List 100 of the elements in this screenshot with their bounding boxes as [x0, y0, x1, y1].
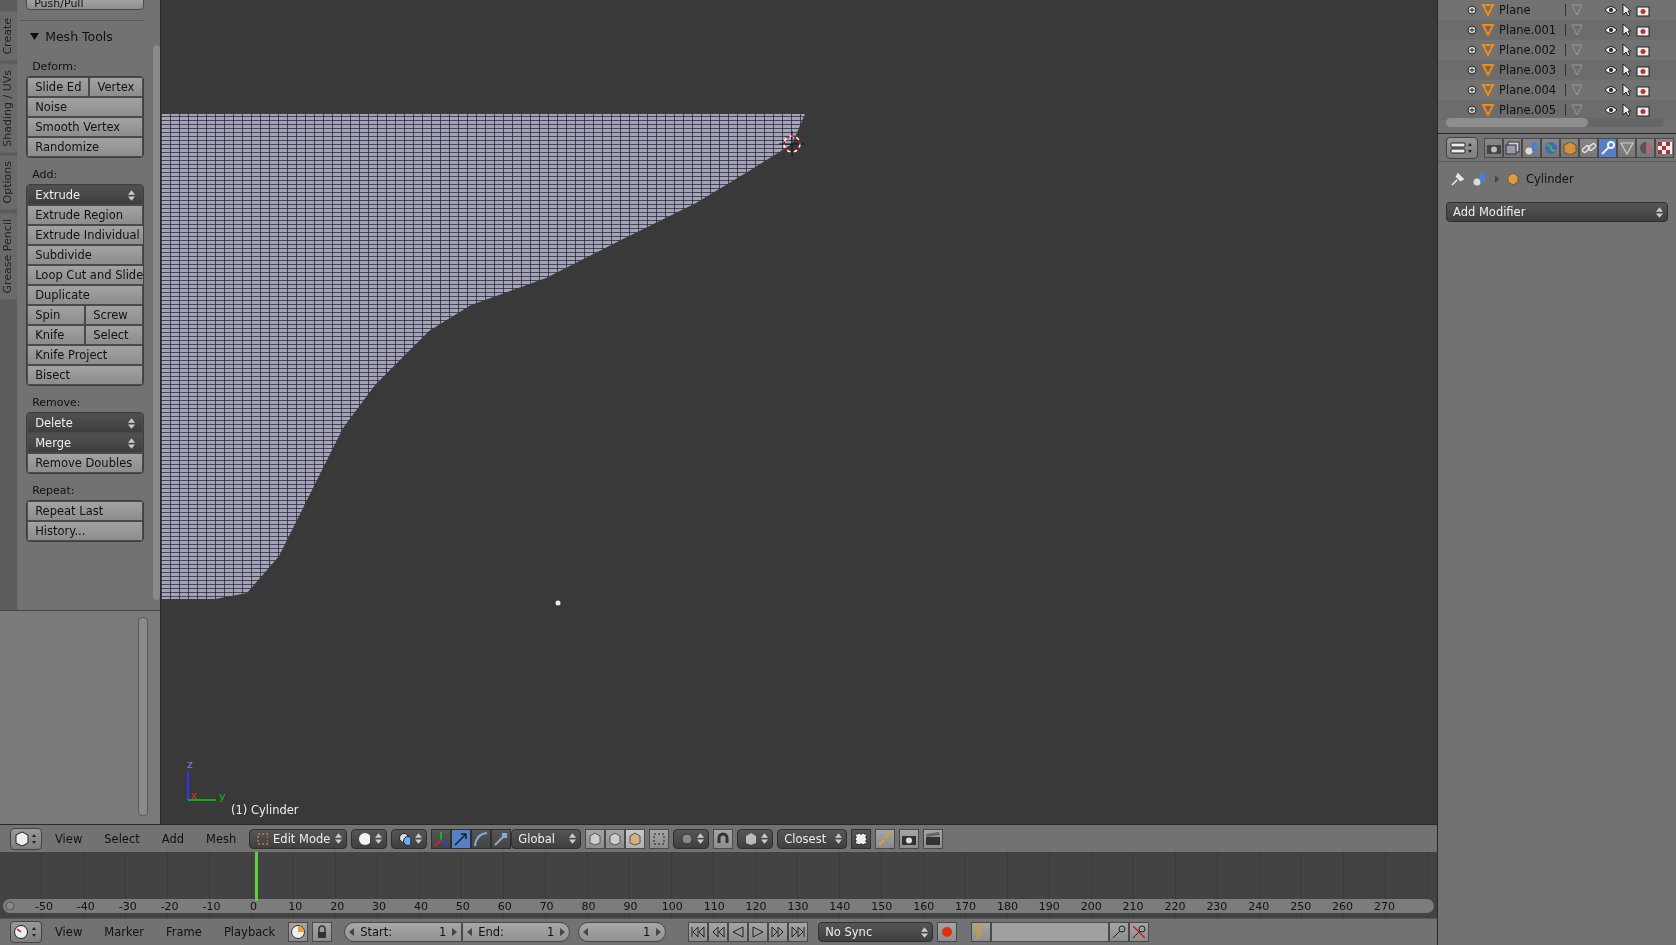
tool-button[interactable]: Randomize: [27, 137, 144, 157]
camera-icon[interactable]: [1636, 23, 1650, 37]
scene-tab-icon[interactable]: [1522, 137, 1541, 158]
tool-button[interactable]: History...: [27, 521, 144, 541]
eye-icon[interactable]: [1604, 105, 1618, 115]
editor-type-button[interactable]: [10, 827, 42, 850]
eye-icon[interactable]: [1604, 65, 1618, 75]
expand-plus-icon[interactable]: [1467, 5, 1477, 15]
keying-set-icon[interactable]: [971, 922, 992, 942]
expand-plus-icon[interactable]: [1467, 85, 1477, 95]
render-layers-tab-icon[interactable]: [1503, 137, 1522, 158]
tool-button[interactable]: Knife Project: [27, 345, 144, 365]
vertex-select-icon[interactable]: [585, 828, 606, 849]
tool-dropdown[interactable]: Merge: [27, 433, 144, 453]
tool-button[interactable]: Remove Doubles: [27, 453, 144, 473]
tool-button[interactable]: Screw: [85, 305, 144, 325]
tool-button[interactable]: Repeat Last: [27, 501, 144, 521]
clapperboard-icon[interactable]: [923, 828, 944, 849]
end-frame-field[interactable]: End: 1: [462, 922, 571, 942]
scrollbar-thumb[interactable]: [138, 617, 148, 817]
decrement-arrow-icon[interactable]: [583, 928, 589, 936]
snap-rotation-icon[interactable]: [851, 828, 872, 849]
eye-icon[interactable]: [1604, 25, 1618, 35]
play-reverse-icon[interactable]: [728, 922, 749, 942]
editor-type-button[interactable]: [10, 921, 42, 943]
cursor-arrow-icon[interactable]: [1622, 63, 1632, 77]
cursor-arrow-icon[interactable]: [1622, 3, 1632, 17]
outliner-item[interactable]: Plane.005: [1499, 103, 1561, 117]
outliner-item[interactable]: Plane.001: [1499, 23, 1561, 37]
header-menu[interactable]: View: [46, 831, 92, 846]
header-menu[interactable]: Playback: [214, 925, 285, 939]
shrink-arrows-icon[interactable]: [875, 828, 896, 849]
cursor-arrow-icon[interactable]: [1622, 103, 1632, 117]
scrollbar-thumb[interactable]: [153, 45, 160, 600]
shading-dropdown[interactable]: [351, 828, 388, 849]
pin-icon[interactable]: [1450, 171, 1466, 187]
header-menu[interactable]: Select: [95, 831, 149, 846]
record-icon[interactable]: [937, 922, 958, 942]
eye-icon[interactable]: [1604, 45, 1618, 55]
rotate-arc-icon[interactable]: [471, 828, 492, 849]
header-menu[interactable]: Marker: [95, 925, 154, 939]
tool-button[interactable]: Bisect: [27, 365, 144, 385]
increment-arrow-icon[interactable]: [452, 928, 458, 936]
tool-dropdown[interactable]: Extrude: [27, 185, 144, 205]
cursor-arrow-icon[interactable]: [1622, 23, 1632, 37]
key-icon[interactable]: [1109, 922, 1130, 942]
tool-button[interactable]: Noise: [27, 97, 144, 117]
expand-plus-icon[interactable]: [1467, 105, 1477, 115]
increment-arrow-icon[interactable]: [560, 928, 566, 936]
cursor-arrow-icon[interactable]: [1622, 43, 1632, 57]
occlude-geometry-icon[interactable]: [649, 828, 670, 849]
orientation-dropdown[interactable]: Global: [511, 828, 582, 849]
camera-icon[interactable]: [1636, 63, 1650, 77]
editor-type-button[interactable]: [1446, 136, 1478, 159]
tool-button[interactable]: Spin: [27, 305, 86, 325]
object-tab-icon[interactable]: [1560, 137, 1579, 158]
mode-dropdown[interactable]: Edit Mode: [249, 828, 348, 849]
scrollbar-thumb[interactable]: [1446, 118, 1588, 127]
pivot-dropdown[interactable]: [391, 828, 428, 849]
tool-button[interactable]: Knife: [27, 325, 86, 345]
expand-plus-icon[interactable]: [1467, 45, 1477, 55]
tool-button[interactable]: Subdivide: [27, 245, 144, 265]
edge-select-icon[interactable]: [605, 828, 626, 849]
collapse-triangle-icon[interactable]: [30, 32, 40, 41]
jump-keyframe-forward-icon[interactable]: [768, 922, 789, 942]
expand-plus-icon[interactable]: [1467, 25, 1477, 35]
tool-button[interactable]: Select: [85, 325, 144, 345]
magnet-icon[interactable]: [713, 828, 734, 849]
decrement-arrow-icon[interactable]: [467, 928, 473, 936]
tool-button[interactable]: Vertex: [89, 77, 144, 97]
camera-icon[interactable]: [1636, 83, 1650, 97]
outliner-item[interactable]: Plane.003: [1499, 63, 1561, 77]
camera-icon[interactable]: [899, 828, 920, 849]
expand-plus-icon[interactable]: [1467, 65, 1477, 75]
header-menu[interactable]: Mesh: [197, 831, 246, 846]
jump-keyframe-back-icon[interactable]: [708, 922, 729, 942]
tool-button[interactable]: Slide Ed: [27, 77, 90, 97]
header-menu[interactable]: Frame: [157, 925, 211, 939]
delete-key-icon[interactable]: [1129, 922, 1150, 942]
camera-icon[interactable]: [1636, 3, 1650, 17]
current-frame-field[interactable]: 1: [578, 922, 667, 942]
jump-start-icon[interactable]: [688, 922, 709, 942]
outliner-item[interactable]: Plane.002: [1499, 43, 1561, 57]
outliner-item[interactable]: Plane.004: [1499, 83, 1561, 97]
data-tab-icon[interactable]: [1617, 137, 1636, 158]
tool-button[interactable]: Smooth Vertex: [27, 117, 144, 137]
header-menu[interactable]: Add: [152, 831, 194, 846]
snap-target-dropdown[interactable]: Closest: [777, 828, 848, 849]
tool-button[interactable]: Extrude Region: [27, 205, 144, 225]
proportional-dropdown[interactable]: [673, 828, 710, 849]
face-select-icon[interactable]: [625, 828, 646, 849]
decrement-arrow-icon[interactable]: [349, 928, 355, 936]
cursor-arrow-icon[interactable]: [1622, 83, 1632, 97]
lock-icon[interactable]: [312, 922, 333, 942]
start-frame-field[interactable]: Start: 1: [344, 922, 463, 942]
outliner-item[interactable]: Plane: [1499, 3, 1561, 17]
add-modifier-dropdown[interactable]: Add Modifier: [1446, 202, 1668, 222]
modifiers-tab-icon[interactable]: [1598, 137, 1617, 158]
world-tab-icon[interactable]: [1541, 137, 1560, 158]
increment-arrow-icon[interactable]: [656, 928, 662, 936]
